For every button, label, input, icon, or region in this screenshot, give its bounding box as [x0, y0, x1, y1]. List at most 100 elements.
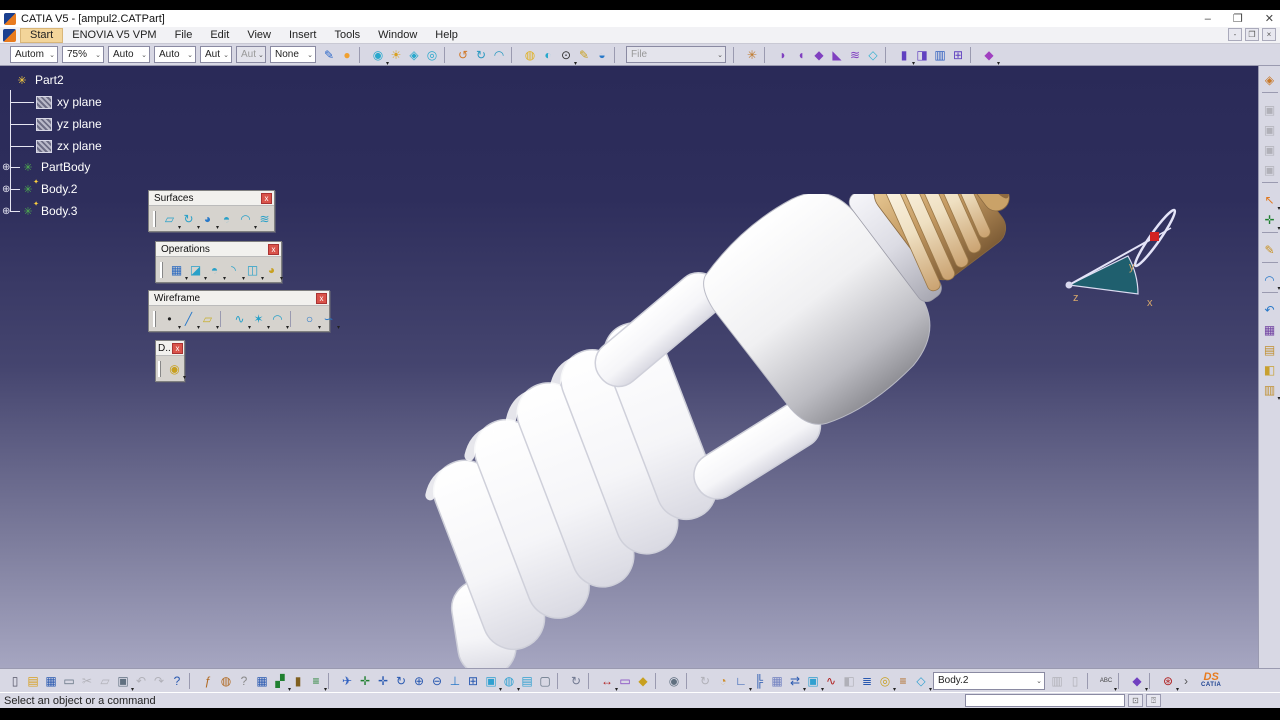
- close-icon[interactable]: x: [316, 292, 327, 304]
- smart-pick-icon[interactable]: ✛: [1261, 211, 1280, 232]
- catalog-browser-icon[interactable]: ▤: [1261, 341, 1279, 359]
- print-icon[interactable]: ▭: [60, 672, 78, 690]
- menu-edit[interactable]: Edit: [201, 28, 238, 43]
- stack-icon[interactable]: ≡: [894, 672, 912, 690]
- sweep-icon[interactable]: ≋: [255, 209, 274, 228]
- bulb-3d-model[interactable]: [368, 194, 1018, 668]
- command-history-button[interactable]: ⊡: [1128, 694, 1143, 707]
- 3d-compass[interactable]: z y x: [1055, 206, 1195, 318]
- save-icon[interactable]: ▦: [42, 672, 60, 690]
- tree-filter-icon[interactable]: ≣: [858, 672, 876, 690]
- offset-icon[interactable]: ◠: [236, 209, 257, 232]
- sphere-icon[interactable]: ◕: [198, 209, 219, 232]
- profile-curve-icon[interactable]: ◠: [1261, 271, 1280, 292]
- menu-insert[interactable]: Insert: [280, 28, 326, 43]
- line-type-combo[interactable]: Auto ⌄: [154, 46, 196, 63]
- boundary-icon[interactable]: ◝: [224, 260, 245, 283]
- tree-node-partbody[interactable]: ⊕ ✳ PartBody: [2, 160, 90, 174]
- work-grid-icon[interactable]: ▦: [768, 672, 786, 690]
- paint-apply-icon[interactable]: ◧: [1261, 361, 1279, 379]
- rotation-hand-icon[interactable]: ◔: [714, 672, 732, 690]
- stitch-surface-icon[interactable]: ▥: [931, 46, 949, 64]
- fly-icon[interactable]: ✈: [338, 672, 356, 690]
- sketcher-icon[interactable]: ✎: [1261, 241, 1279, 259]
- wireframe-mode-icon[interactable]: ▢: [536, 672, 554, 690]
- extract-icon[interactable]: ◫: [243, 260, 264, 283]
- shape-fillet-icon[interactable]: ◕: [262, 260, 283, 283]
- patch-icon[interactable]: ◇: [864, 46, 882, 64]
- close-surface-icon[interactable]: ◨: [913, 46, 931, 64]
- ambience-icon[interactable]: ◍: [521, 46, 539, 64]
- menu-start[interactable]: Start: [20, 27, 64, 43]
- drag-handle[interactable]: [158, 360, 161, 377]
- capture-icon[interactable]: ◉: [665, 672, 683, 690]
- menu-view[interactable]: View: [238, 28, 280, 43]
- menu-enovia[interactable]: ENOVIA V5 VPM: [63, 28, 165, 43]
- connect-curve-icon[interactable]: ✶: [249, 309, 270, 332]
- layer-combo[interactable]: None ⌄: [270, 46, 316, 63]
- design-table-icon[interactable]: ▦: [253, 672, 271, 690]
- zoom-in-icon[interactable]: ⊕: [410, 672, 428, 690]
- iso-view-icon[interactable]: ▣: [482, 672, 502, 693]
- bump-surface-icon[interactable]: ◗: [774, 46, 792, 64]
- knowledge-help-icon[interactable]: ?: [235, 672, 253, 690]
- expander-icon[interactable]: ⊕: [2, 206, 10, 217]
- mdi-restore-button[interactable]: ❐: [1245, 28, 1259, 41]
- mass-properties-icon[interactable]: ◆: [634, 672, 652, 690]
- measure-between-icon[interactable]: ↔: [598, 672, 618, 693]
- developed-shapes-icon[interactable]: ◉: [165, 359, 186, 382]
- shadow-icon[interactable]: ◐: [539, 46, 557, 64]
- bounding-box-icon[interactable]: ▣: [804, 672, 824, 693]
- tree-node-body3[interactable]: ⊕ ✳ ✦ Body.3: [2, 201, 77, 218]
- apply-material-icon[interactable]: ✎: [320, 46, 338, 64]
- tree-expand-icon[interactable]: ╠: [750, 672, 768, 690]
- close-icon[interactable]: x: [172, 342, 183, 354]
- open-book-icon[interactable]: ▥: [1261, 381, 1280, 402]
- tree-node-body2[interactable]: ⊕ ✳ ✦ Body.2: [2, 179, 77, 196]
- cylinder-icon[interactable]: ◓: [217, 209, 236, 228]
- spline-icon[interactable]: ∽: [319, 309, 340, 332]
- mdi-minimize-button[interactable]: -: [1228, 28, 1242, 41]
- render-scene-icon[interactable]: ◒: [593, 46, 611, 64]
- fit-all-icon[interactable]: ✛: [356, 672, 374, 690]
- wrap-curve-icon[interactable]: ◖: [792, 46, 810, 64]
- join-icon[interactable]: ▦: [167, 260, 188, 283]
- projection-icon[interactable]: ◠: [268, 309, 289, 332]
- comment-icon[interactable]: ◍: [217, 672, 235, 690]
- current-body-icon[interactable]: ◇: [912, 672, 932, 693]
- relations-icon[interactable]: ▞: [271, 672, 291, 693]
- tree-node-zx-plane[interactable]: zx plane: [36, 139, 102, 153]
- line-weight-combo[interactable]: Auto ⌄: [108, 46, 150, 63]
- turntable-icon[interactable]: ↻: [567, 672, 585, 690]
- light-target-icon[interactable]: ◎: [423, 46, 441, 64]
- offset-mesh-icon[interactable]: ≋: [846, 46, 864, 64]
- line-icon[interactable]: ╱: [179, 309, 200, 332]
- wrap-surface-icon[interactable]: ◆: [810, 46, 828, 64]
- shape-morphing-icon[interactable]: ◣: [828, 46, 846, 64]
- simulation-fly-icon[interactable]: ✳: [743, 46, 761, 64]
- catalog-icon[interactable]: ◆: [1128, 672, 1148, 693]
- close-button[interactable]: ✕: [1265, 12, 1274, 25]
- formula-icon[interactable]: ƒ: [199, 672, 217, 690]
- tree-node-yz-plane[interactable]: yz plane: [36, 117, 102, 131]
- fly-mode-icon[interactable]: ◈: [1261, 71, 1279, 89]
- point-light-icon[interactable]: ☀: [387, 46, 405, 64]
- axis-system-icon[interactable]: ∟: [732, 672, 752, 693]
- minimize-button[interactable]: –: [1205, 13, 1211, 25]
- expander-icon[interactable]: ⊕: [2, 162, 10, 173]
- point-symbol-combo[interactable]: Aut ⌄: [200, 46, 232, 63]
- undo-multiple-icon[interactable]: ↶: [1261, 301, 1279, 319]
- fill-color-combo[interactable]: Autom ⌄: [10, 46, 58, 63]
- rotate-icon[interactable]: ↻: [392, 672, 410, 690]
- powercopy-icon[interactable]: ◆: [980, 46, 1000, 67]
- menu-help[interactable]: Help: [426, 28, 467, 43]
- expander-icon[interactable]: ⊕: [2, 184, 10, 195]
- rotate-scene-icon[interactable]: ↻: [472, 46, 490, 64]
- point-icon[interactable]: •: [160, 309, 181, 332]
- 3d-viewport[interactable]: ✳ Part2 xy plane yz plane zx plane ⊕ ✳ P…: [0, 66, 1258, 668]
- command-input[interactable]: [965, 694, 1125, 707]
- swap-visible-space-icon[interactable]: ⇄: [786, 672, 806, 693]
- plane-icon[interactable]: ▱: [198, 309, 219, 332]
- extrude-icon[interactable]: ▱: [160, 209, 181, 232]
- tree-node-xy-plane[interactable]: xy plane: [36, 95, 102, 109]
